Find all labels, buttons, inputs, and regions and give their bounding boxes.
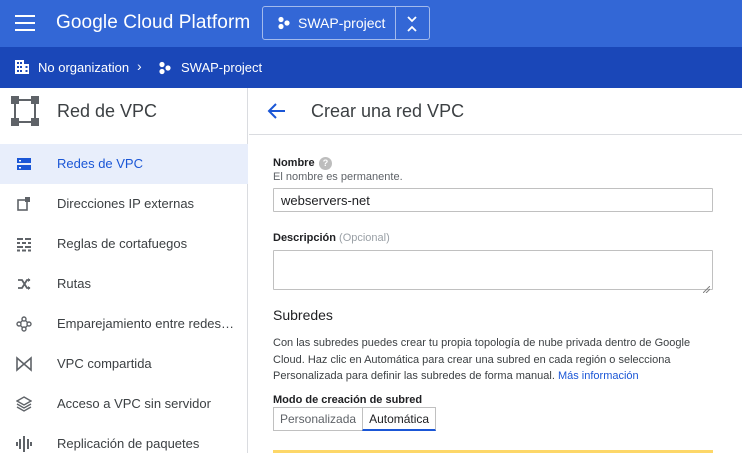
sidebar: Red de VPC Redes de VPC Direcciones IP e… bbox=[0, 88, 248, 453]
project-selector-label: SWAP-project bbox=[298, 15, 386, 31]
organization-icon bbox=[15, 60, 29, 74]
vpc-network-product-icon bbox=[11, 96, 39, 126]
automatic-mode-button[interactable]: Automática bbox=[362, 407, 437, 431]
sidebar-item-firewall[interactable]: Reglas de cortafuegos bbox=[0, 224, 248, 264]
sidebar-item-label: Rutas bbox=[57, 276, 91, 291]
vpc-networks-icon bbox=[16, 156, 32, 172]
external-ip-icon bbox=[16, 196, 32, 212]
sidebar-item-label: VPC compartida bbox=[57, 356, 152, 371]
sidebar-item-vpc-networks[interactable]: Redes de VPC bbox=[0, 144, 248, 184]
project-dots-icon bbox=[158, 61, 172, 75]
help-icon[interactable]: ? bbox=[319, 157, 332, 170]
breadcrumb: No organization › SWAP-project bbox=[0, 47, 742, 88]
peering-icon bbox=[16, 316, 32, 332]
hamburger-menu-icon[interactable] bbox=[15, 15, 35, 31]
sidebar-item-label: Emparejamiento entre redes… bbox=[57, 316, 235, 331]
name-hint: El nombre es permanente. bbox=[273, 171, 403, 183]
sidebar-item-shared-vpc[interactable]: VPC compartida bbox=[0, 344, 248, 384]
top-app-bar: Google Cloud Platform SWAP-project bbox=[0, 0, 742, 47]
sidebar-item-label: Acceso a VPC sin servidor bbox=[57, 396, 211, 411]
chevron-right-icon: › bbox=[137, 58, 142, 74]
sidebar-item-peering[interactable]: Emparejamiento entre redes… bbox=[0, 304, 248, 344]
main-content: Crear una red VPC Nombre ? El nombre es … bbox=[249, 88, 742, 453]
sidebar-item-label: Redes de VPC bbox=[57, 156, 143, 171]
name-field[interactable] bbox=[273, 188, 713, 212]
name-label: Nombre bbox=[273, 157, 315, 169]
serverless-access-icon bbox=[15, 396, 33, 412]
sidebar-item-label: Reglas de cortafuegos bbox=[57, 236, 188, 251]
project-dots-icon bbox=[277, 16, 291, 30]
resize-grip-icon[interactable] bbox=[702, 280, 711, 294]
page-header: Crear una red VPC bbox=[249, 88, 742, 135]
sidebar-item-routes[interactable]: Rutas bbox=[0, 264, 248, 304]
sidebar-title: Red de VPC bbox=[57, 101, 158, 121]
description-label: Descripción (Opcional) bbox=[273, 232, 390, 244]
subnets-section-title: Subredes bbox=[273, 307, 333, 323]
custom-mode-button[interactable]: Personalizada bbox=[273, 407, 364, 431]
project-selector-divider bbox=[395, 7, 396, 39]
subnet-mode-label: Modo de creación de subred bbox=[273, 394, 423, 406]
sidebar-item-label: Direcciones IP externas bbox=[57, 196, 195, 211]
description-field[interactable] bbox=[273, 250, 713, 294]
back-arrow-icon[interactable] bbox=[267, 102, 287, 120]
subnet-mode-toggle: Personalizada Automática bbox=[273, 407, 437, 431]
firewall-icon bbox=[16, 236, 32, 252]
unfold-icon[interactable] bbox=[403, 14, 421, 34]
app-title[interactable]: Google Cloud Platform bbox=[56, 12, 250, 34]
shared-vpc-icon bbox=[16, 356, 32, 372]
breadcrumb-organization[interactable]: No organization bbox=[38, 60, 129, 75]
project-selector-button[interactable]: SWAP-project bbox=[262, 6, 430, 40]
optional-tag: (Opcional) bbox=[339, 232, 390, 244]
sidebar-item-label: Replicación de paquetes bbox=[57, 436, 200, 451]
sidebar-item-external-ips[interactable]: Direcciones IP externas bbox=[0, 184, 248, 224]
sidebar-header: Red de VPC bbox=[0, 88, 248, 136]
more-info-link[interactable]: Más información bbox=[558, 370, 639, 382]
breadcrumb-project[interactable]: SWAP-project bbox=[181, 60, 262, 75]
description-label-text: Descripción bbox=[273, 232, 336, 244]
sidebar-item-serverless-access[interactable]: Acceso a VPC sin servidor bbox=[0, 384, 248, 424]
sidebar-item-packet-mirroring[interactable]: Replicación de paquetes bbox=[0, 424, 248, 464]
packet-mirroring-icon bbox=[16, 436, 32, 452]
subnets-description: Con las subredes puedes crear tu propia … bbox=[273, 335, 713, 385]
page-title: Crear una red VPC bbox=[311, 101, 465, 121]
routes-icon bbox=[16, 276, 32, 292]
